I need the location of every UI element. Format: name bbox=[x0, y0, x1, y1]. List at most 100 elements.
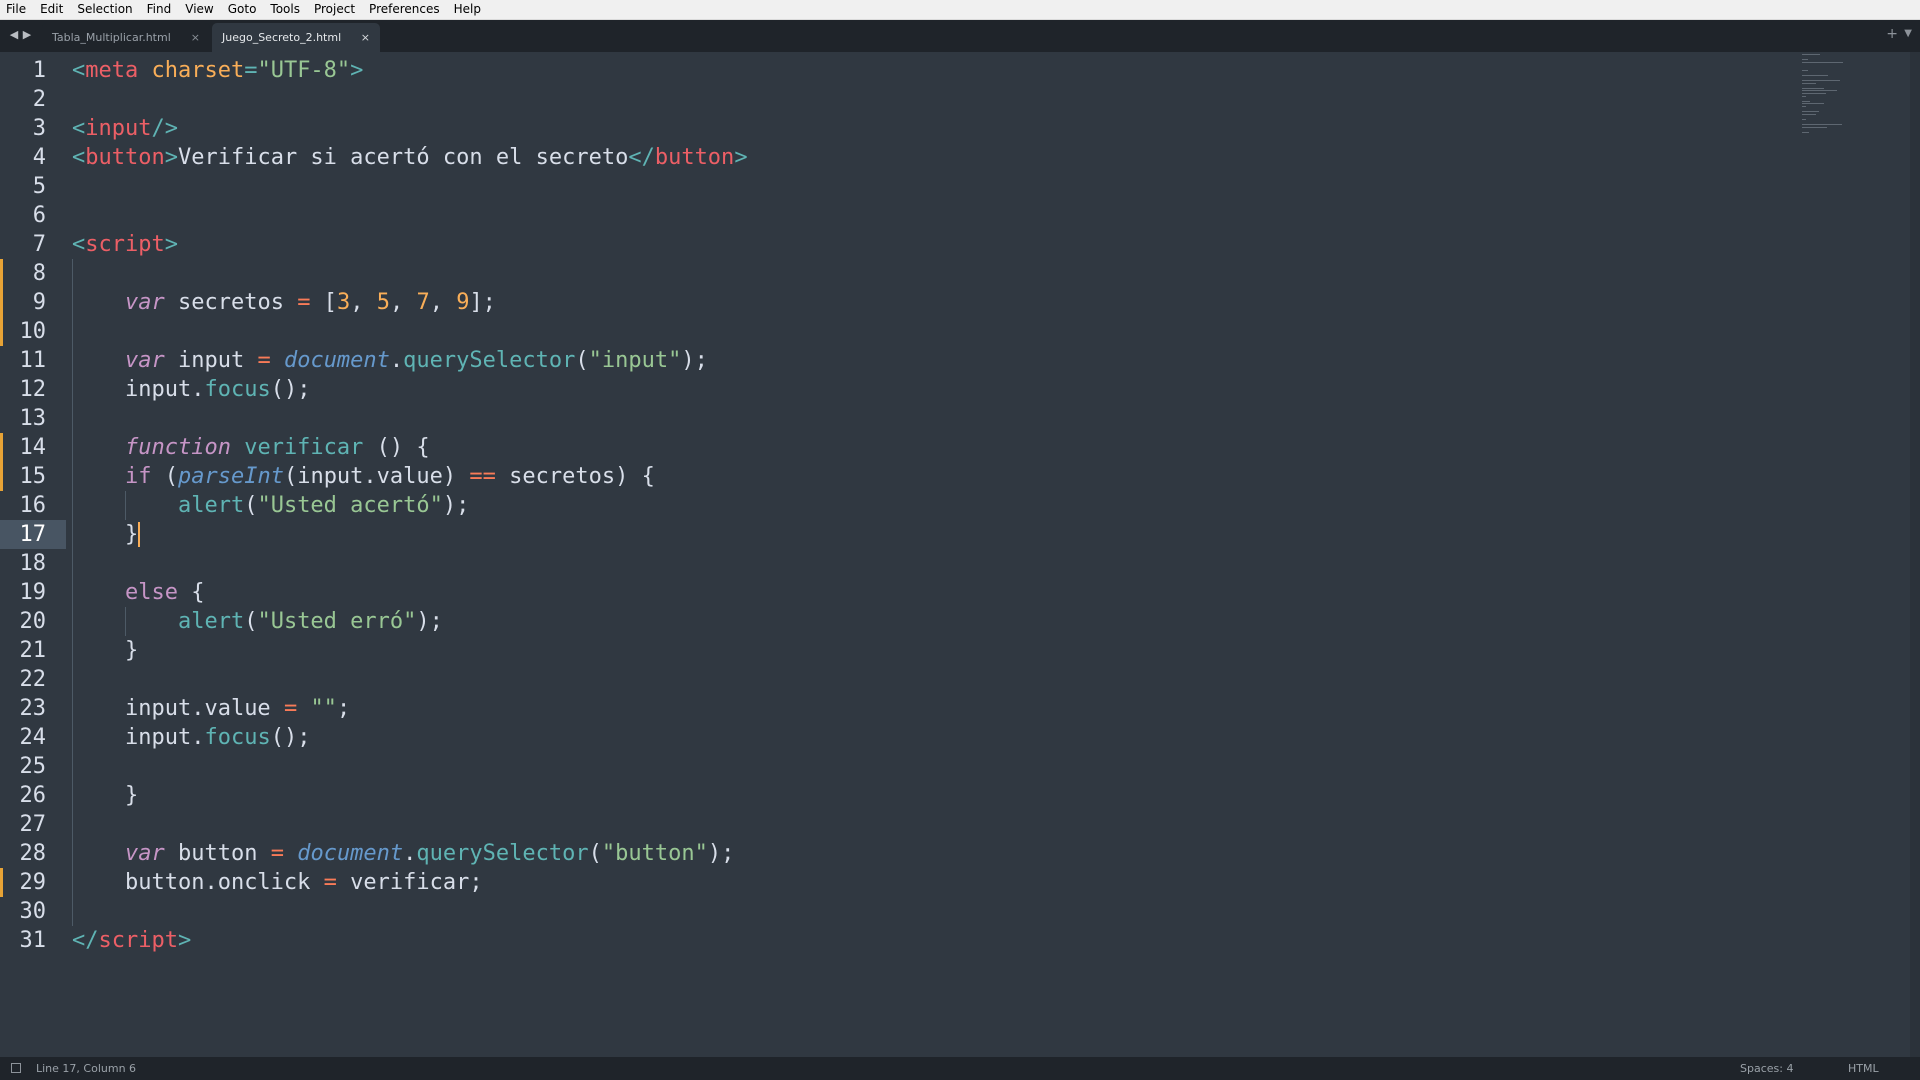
code-line[interactable]: } bbox=[72, 520, 138, 549]
code-line[interactable]: alert("Usted erró"); bbox=[72, 607, 443, 636]
tab-label: Tabla_Multiplicar.html bbox=[52, 31, 171, 44]
code-token: charset bbox=[151, 58, 245, 83]
syntax-mode[interactable]: HTML bbox=[1848, 1057, 1879, 1080]
code-line[interactable]: } bbox=[72, 636, 138, 665]
code-line[interactable]: var button = document.querySelector("but… bbox=[72, 839, 734, 868]
code-line[interactable]: alert("Usted acertó"); bbox=[72, 491, 469, 520]
code-line[interactable]: </script> bbox=[72, 926, 191, 955]
line-number: 24 bbox=[19, 725, 47, 750]
minimap-line bbox=[1802, 111, 1819, 113]
minimap-line bbox=[1802, 100, 1810, 102]
line-number: 2 bbox=[32, 87, 46, 112]
minimap-line bbox=[1802, 126, 1827, 128]
code-token: else bbox=[124, 580, 178, 605]
code-token: "Usted acertó" bbox=[257, 493, 443, 518]
line-number: 11 bbox=[19, 348, 47, 373]
minimap-line bbox=[1802, 93, 1826, 94]
indentation-setting[interactable]: Spaces: 4 bbox=[1740, 1057, 1793, 1080]
code-line[interactable]: <script> bbox=[72, 230, 178, 259]
menu-edit[interactable]: Edit bbox=[33, 0, 70, 19]
code-token: script bbox=[98, 928, 178, 953]
code-line[interactable]: input.value = ""; bbox=[72, 694, 350, 723]
code-token: input bbox=[85, 116, 152, 141]
tab-forward-arrow-icon[interactable]: ▶ bbox=[21, 29, 33, 41]
menu-help[interactable]: Help bbox=[447, 0, 488, 19]
line-number: 31 bbox=[19, 928, 47, 953]
code-token: (input.value) bbox=[283, 464, 470, 489]
code-line[interactable]: <meta charset="UTF-8"> bbox=[72, 56, 363, 85]
tab-tabla-multiplicar[interactable]: Tabla_Multiplicar.html × bbox=[42, 23, 210, 52]
code-line[interactable]: <button>Verificar si acertó con el secre… bbox=[72, 143, 748, 172]
code-editor[interactable]: 1 2 3 4 5 6 7 8 9 10 11 12 13 14 15 16 17 18 19 20 21 22 23 24 2… bbox=[0, 52, 1920, 1057]
code-token: [ bbox=[310, 290, 337, 315]
line-number: 5 bbox=[32, 174, 46, 199]
minimap[interactable] bbox=[1798, 52, 1898, 172]
code-line[interactable]: function verificar () { bbox=[72, 433, 430, 462]
tab-juego-secreto[interactable]: Juego_Secreto_2.html × bbox=[212, 23, 380, 52]
minimap-line bbox=[1802, 54, 1820, 55]
line-number: 22 bbox=[19, 667, 47, 692]
code-token: = bbox=[323, 870, 337, 895]
menu-tools[interactable]: Tools bbox=[263, 0, 307, 19]
code-token: < bbox=[72, 116, 86, 141]
close-icon[interactable]: × bbox=[361, 23, 370, 52]
minimap-line bbox=[1802, 90, 1838, 92]
panel-toggle-icon[interactable] bbox=[11, 1063, 21, 1073]
code-token: ]; bbox=[469, 290, 496, 315]
code-token: < bbox=[72, 145, 86, 170]
code-line[interactable]: <input/> bbox=[72, 114, 178, 143]
chevron-down-icon[interactable]: ▼ bbox=[1904, 28, 1912, 39]
code-token: < bbox=[72, 232, 86, 257]
code-token: ); bbox=[707, 841, 735, 866]
code-token: verificar; bbox=[336, 870, 483, 895]
code-line[interactable]: } bbox=[72, 781, 138, 810]
menu-find[interactable]: Find bbox=[140, 0, 179, 19]
code-token: ( bbox=[575, 348, 589, 373]
code-line[interactable]: button.onclick = verificar; bbox=[72, 868, 483, 897]
code-line[interactable]: else { bbox=[72, 578, 204, 607]
tab-label: Juego_Secreto_2.html bbox=[222, 31, 342, 44]
code-line[interactable]: var input = document.querySelector("inpu… bbox=[72, 346, 708, 375]
code-token: querySelector bbox=[416, 841, 589, 866]
code-line[interactable]: input.focus(); bbox=[72, 375, 310, 404]
menu-selection[interactable]: Selection bbox=[70, 0, 139, 19]
code-token: var bbox=[124, 841, 165, 866]
code-line[interactable]: var secretos = [3, 5, 7, 9]; bbox=[72, 288, 496, 317]
tab-back-arrow-icon[interactable]: ◀ bbox=[8, 29, 20, 41]
line-number: 16 bbox=[19, 493, 47, 518]
menu-view[interactable]: View bbox=[178, 0, 220, 19]
close-icon[interactable]: × bbox=[191, 23, 200, 52]
code-token: > bbox=[734, 145, 748, 170]
code-line[interactable]: input.focus(); bbox=[72, 723, 310, 752]
code-token: verificar bbox=[244, 435, 364, 460]
line-number: 9 bbox=[32, 290, 46, 315]
code-line[interactable]: if (parseInt(input.value) == secretos) { bbox=[72, 462, 655, 491]
menu-preferences[interactable]: Preferences bbox=[362, 0, 447, 19]
code-token: "input" bbox=[588, 348, 682, 373]
plus-icon[interactable]: + bbox=[1886, 26, 1898, 42]
line-number: 21 bbox=[19, 638, 47, 663]
code-token: , bbox=[350, 290, 377, 315]
menu-goto[interactable]: Goto bbox=[221, 0, 264, 19]
vertical-scrollbar[interactable] bbox=[1910, 52, 1920, 1057]
code-token: querySelector bbox=[403, 348, 576, 373]
line-number: 27 bbox=[19, 812, 47, 837]
minimap-line bbox=[1802, 124, 1842, 126]
line-number: 28 bbox=[19, 841, 47, 866]
code-token: ); bbox=[416, 609, 443, 634]
menu-file[interactable]: File bbox=[0, 0, 33, 19]
indent-guide bbox=[72, 259, 73, 926]
code-token: ); bbox=[681, 348, 708, 373]
code-token: . bbox=[389, 348, 404, 373]
minimap-line bbox=[1802, 95, 1806, 97]
code-token: (); bbox=[270, 377, 311, 402]
code-token: ( bbox=[151, 464, 178, 489]
menu-project[interactable]: Project bbox=[307, 0, 362, 19]
line-number: 25 bbox=[19, 754, 47, 779]
